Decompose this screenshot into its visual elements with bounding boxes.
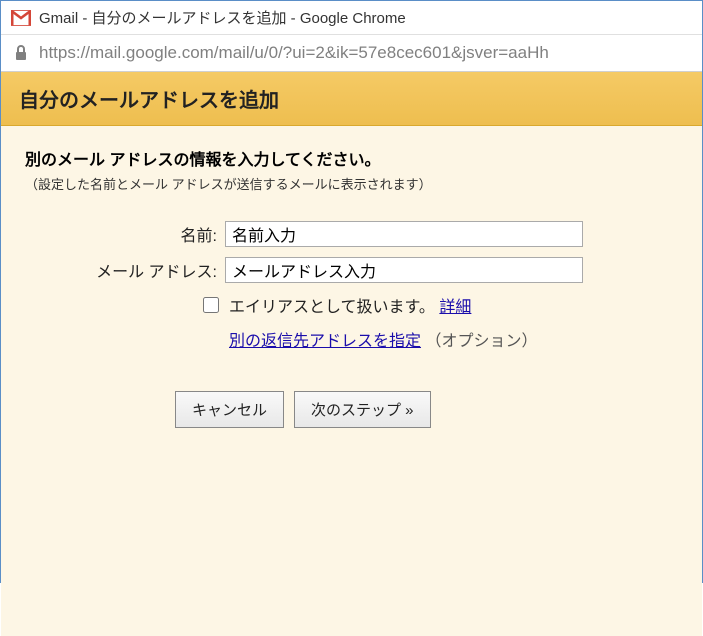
email-row: メール アドレス: <box>25 257 678 283</box>
page-content: 自分のメールアドレスを追加 別のメール アドレスの情報を入力してください。 （設… <box>1 72 702 582</box>
name-input[interactable] <box>225 221 583 247</box>
sub-instruction-text: （設定した名前とメール アドレスが送信するメールに表示されます） <box>25 174 678 193</box>
browser-window: Gmail - 自分のメールアドレスを追加 - Google Chrome ht… <box>0 0 703 583</box>
instruction-text: 別のメール アドレスの情報を入力してください。 <box>25 146 678 170</box>
alias-row: エイリアスとして扱います。 詳細 <box>25 293 678 317</box>
gmail-icon <box>11 10 31 26</box>
lock-icon <box>13 45 29 61</box>
name-label: 名前: <box>25 222 225 246</box>
page-title: 自分のメールアドレスを追加 <box>19 84 684 113</box>
reply-address-link[interactable]: 別の返信先アドレスを指定 <box>229 333 421 350</box>
button-row: キャンセル 次のステップ » <box>25 391 678 428</box>
titlebar: Gmail - 自分のメールアドレスを追加 - Google Chrome <box>1 1 702 35</box>
next-step-button[interactable]: 次のステップ » <box>294 391 431 428</box>
email-input[interactable] <box>225 257 583 283</box>
cancel-button[interactable]: キャンセル <box>175 391 284 428</box>
reply-row: 別の返信先アドレスを指定 （オプション） <box>25 327 678 351</box>
window-title: Gmail - 自分のメールアドレスを追加 - Google Chrome <box>39 7 406 28</box>
addressbar[interactable]: https://mail.google.com/mail/u/0/?ui=2&i… <box>1 35 702 72</box>
optional-text: （オプション） <box>425 333 537 350</box>
url-text: https://mail.google.com/mail/u/0/?ui=2&i… <box>39 43 549 63</box>
page-header: 自分のメールアドレスを追加 <box>1 72 702 126</box>
name-row: 名前: <box>25 221 678 247</box>
form-body: 別のメール アドレスの情報を入力してください。 （設定した名前とメール アドレス… <box>1 126 702 636</box>
email-label: メール アドレス: <box>25 258 225 282</box>
details-link[interactable]: 詳細 <box>439 293 471 317</box>
alias-checkbox[interactable] <box>203 297 219 313</box>
alias-label: エイリアスとして扱います。 <box>229 293 435 317</box>
